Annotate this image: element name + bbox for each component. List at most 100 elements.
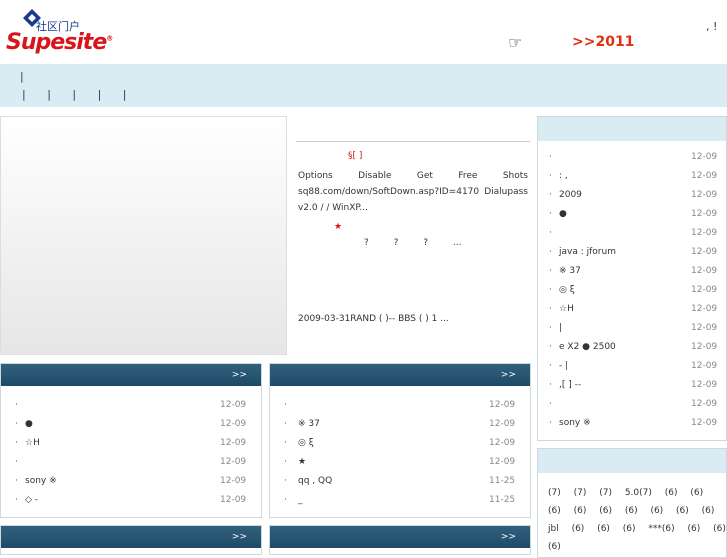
list-item[interactable]: · 12-09	[538, 395, 726, 414]
item-title[interactable]: ◇ -	[25, 491, 38, 510]
list-item[interactable]: ·: , 12-09	[538, 167, 726, 186]
tag-cloud-box: (7) (7) (7) 5.0(7) (6) (6) (6) (6) (6) (…	[537, 448, 727, 558]
item-title[interactable]: e X2 ● 2500	[559, 338, 616, 357]
image-slideshow[interactable]	[0, 116, 287, 355]
list-item[interactable]: · ※ 37 12-09	[538, 262, 726, 281]
item-title[interactable]: ※ 37	[559, 262, 581, 281]
list-item[interactable]: · ※ 37 12-09	[270, 415, 530, 434]
item-title[interactable]: ※ 37	[298, 415, 320, 434]
bullet-icon: ·	[549, 418, 552, 428]
nav-row-primary[interactable]: |	[20, 70, 24, 83]
list-item[interactable]: · 12-09	[1, 396, 261, 415]
item-title[interactable]: ☆H	[559, 300, 574, 319]
item-date: 12-09	[691, 209, 718, 219]
item-title[interactable]: 2009	[559, 186, 582, 205]
featured-article: §[ ] Options Disable Get Free Shots sq88…	[296, 116, 530, 356]
item-date: 12-09	[691, 342, 718, 352]
item-title[interactable]: sony ※	[25, 472, 57, 491]
item-date: 12-09	[220, 419, 247, 429]
bullet-icon: ·	[15, 457, 18, 467]
bullet-icon: ·	[284, 457, 287, 467]
box-header: >>	[270, 364, 530, 386]
tag-cloud[interactable]: (7) (7) (7) 5.0(7) (6) (6) (6) (6) (6) (…	[548, 484, 727, 556]
item-title[interactable]: : ,	[559, 167, 568, 186]
list-item[interactable]: · sony ※ 12-09	[538, 414, 726, 433]
site-logo[interactable]: 社区门户 Supesite®	[6, 8, 113, 58]
list-item[interactable]: · e X2 ● 2500 12-09	[538, 338, 726, 357]
bullet-icon: ·	[549, 304, 552, 314]
list-item[interactable]: · | 12-09	[538, 319, 726, 338]
list-item[interactable]: · ,[ ] -- 12-09	[538, 376, 726, 395]
more-link[interactable]: >>	[501, 370, 516, 380]
item-title[interactable]: - |	[559, 357, 568, 376]
item-title[interactable]: ●	[25, 415, 33, 434]
item-title[interactable]: ◎ ξ	[559, 281, 575, 300]
item-title[interactable]: ,[ ] --	[559, 376, 581, 395]
feature-links[interactable]: ? ? ? ...	[364, 238, 462, 248]
list-item[interactable]: · ★ 12-09	[270, 453, 530, 472]
item-title[interactable]: ●	[559, 205, 567, 224]
list-item[interactable]: · 12-09	[270, 396, 530, 415]
list-item[interactable]: · 12-09	[538, 148, 726, 167]
item-date: 12-09	[220, 457, 247, 467]
bullet-icon: ·	[549, 399, 552, 409]
item-date: 12-09	[691, 228, 718, 238]
divider	[296, 141, 530, 142]
article-list-right: · 12-09 · : , 12-09 · 2009 12-09 · ● 12-09 · 12-09 · j…	[537, 116, 727, 441]
top-links[interactable]: , !	[706, 20, 717, 33]
list-item[interactable]: · ◎ ξ 12-09	[270, 434, 530, 453]
item-date: 12-09	[489, 400, 516, 410]
list-item[interactable]: · ● 12-09	[538, 205, 726, 224]
more-link[interactable]: >>	[232, 370, 247, 380]
article-list-middle: >> · 12-09 · ※ 37 12-09 · ◎ ξ 12-09 · ★ 12-09 · qq ,…	[269, 363, 531, 518]
item-title[interactable]: ☆H	[25, 434, 40, 453]
item-title[interactable]: sony ※	[559, 414, 591, 433]
list-item[interactable]: · _ 11-25	[270, 491, 530, 510]
item-title[interactable]: qq , QQ	[298, 472, 332, 491]
bullet-icon: ·	[549, 228, 552, 238]
item-title[interactable]: ◎ ξ	[298, 434, 314, 453]
bullet-icon: ·	[284, 400, 287, 410]
item-date: 12-09	[691, 247, 718, 257]
list-item[interactable]: · 12-09	[1, 453, 261, 472]
list-item[interactable]: · ☆H 12-09	[1, 434, 261, 453]
bullet-icon: ·	[549, 342, 552, 352]
item-date: 12-09	[691, 323, 718, 333]
item-date: 12-09	[691, 190, 718, 200]
list-item[interactable]: · 12-09	[538, 224, 726, 243]
feature-title[interactable]: §[ ]	[348, 151, 362, 161]
item-title[interactable]: java : jforum	[559, 243, 616, 262]
item-date: 12-09	[220, 400, 247, 410]
nav-row-secondary[interactable]: | | | | |	[22, 88, 127, 101]
item-date: 12-09	[691, 418, 718, 428]
item-title[interactable]: ★	[298, 453, 306, 472]
bullet-icon: ·	[549, 380, 552, 390]
list-item[interactable]: · - | 12-09	[538, 357, 726, 376]
more-link[interactable]: >>	[232, 532, 247, 542]
list-item[interactable]: · java : jforum 12-09	[538, 243, 726, 262]
more-link[interactable]: >>	[501, 532, 516, 542]
item-date: 12-09	[489, 419, 516, 429]
article-list-left-2: >>	[0, 525, 262, 555]
list-item[interactable]: · ◇ - 12-09	[1, 491, 261, 510]
article-list-middle-2: >>	[269, 525, 531, 555]
list-item[interactable]: · 2009 12-09	[538, 186, 726, 205]
promo-link[interactable]: >>2011	[572, 34, 634, 50]
logo-text: Supesite®	[6, 30, 113, 55]
item-title[interactable]: _	[298, 491, 303, 510]
item-date: 11-25	[489, 476, 516, 486]
list-item[interactable]: · ☆H 12-09	[538, 300, 726, 319]
item-title[interactable]: |	[559, 319, 562, 338]
list-item[interactable]: · sony ※ 12-09	[1, 472, 261, 491]
feature-meta: 2009-03-31RAND ( )-- BBS ( ) 1 ...	[298, 314, 449, 324]
list-item[interactable]: · qq , QQ 11-25	[270, 472, 530, 491]
item-date: 12-09	[691, 380, 718, 390]
feature-summary: Options Disable Get Free Shots sq88.com/…	[298, 171, 528, 213]
bullet-icon: ·	[549, 152, 552, 162]
list-item[interactable]: · ◎ ξ 12-09	[538, 281, 726, 300]
item-date: 12-09	[691, 304, 718, 314]
list-item[interactable]: · ● 12-09	[1, 415, 261, 434]
bullet-icon: ·	[549, 285, 552, 295]
bullet-icon: ·	[15, 495, 18, 505]
bullet-icon: ·	[549, 171, 552, 181]
